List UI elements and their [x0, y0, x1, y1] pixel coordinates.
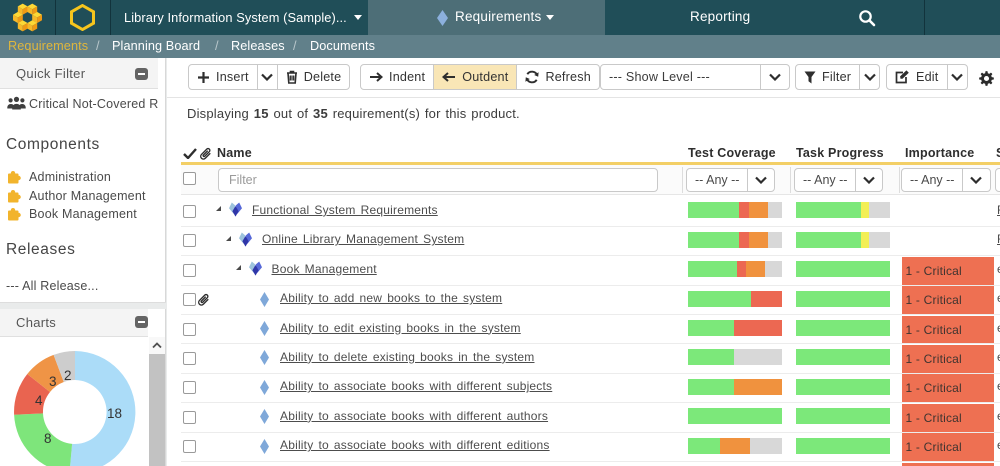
svg-text:18: 18 [107, 406, 122, 421]
svg-text:3: 3 [49, 374, 57, 389]
svg-text:2: 2 [64, 368, 72, 383]
svg-text:8: 8 [44, 431, 52, 446]
svg-text:4: 4 [35, 393, 43, 408]
